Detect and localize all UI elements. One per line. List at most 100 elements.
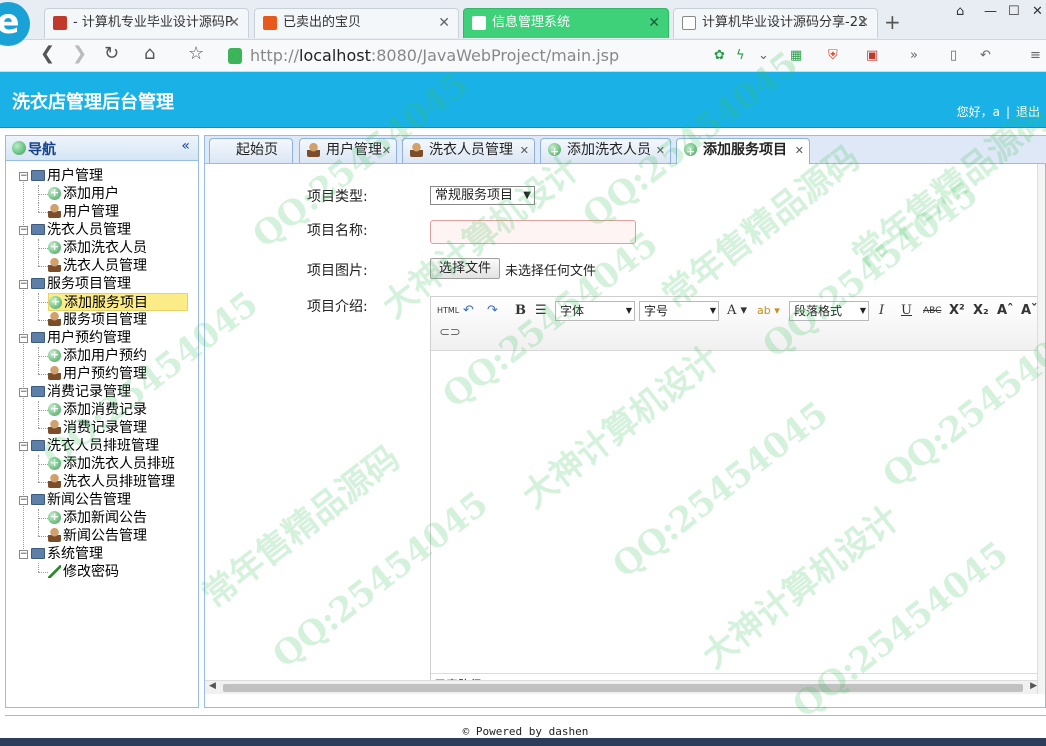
collapse-icon[interactable]: « [181, 138, 190, 154]
logout-link[interactable]: 退出 [1016, 105, 1040, 119]
superscript-button[interactable]: X² [949, 301, 965, 321]
shield-icon[interactable]: ⛨ [828, 48, 838, 63]
tree-toggle-icon[interactable]: − [19, 172, 28, 181]
back-icon[interactable]: ❮ [40, 43, 55, 64]
new-tab-button[interactable]: + [884, 8, 901, 36]
paragraph-format-select[interactable]: 段落格式 ▼ [789, 301, 869, 321]
menu-icon[interactable]: ≡ [1030, 48, 1041, 63]
font-family-select[interactable]: 字体 ▼ [555, 301, 635, 321]
nav-item[interactable]: 新闻公告管理 [48, 527, 147, 545]
underline-button[interactable]: U [901, 301, 912, 321]
increase-font-icon[interactable]: Aˆ [997, 301, 1014, 321]
minimize-icon[interactable]: — [984, 4, 997, 19]
nav-item[interactable]: 添加洗衣人员 [48, 238, 147, 257]
close-tab-icon[interactable]: ✕ [648, 9, 660, 37]
scroll-left-icon[interactable]: ◀ [209, 681, 216, 691]
horizontal-scrollbar[interactable]: ◀ ▶ [205, 680, 1041, 694]
tree-toggle-icon[interactable]: − [19, 334, 28, 343]
format-icon[interactable]: ☰ [535, 301, 547, 321]
nav-item[interactable]: 用户管理 [48, 203, 119, 221]
nav-group[interactable]: 洗衣人员排班管理 [31, 437, 159, 455]
html-source-button[interactable]: HTML [437, 301, 459, 321]
dropdown-icon[interactable]: ⌄ [758, 48, 769, 63]
skin-icon[interactable]: ⌂ [956, 4, 964, 19]
more-extensions-icon[interactable]: » [910, 48, 918, 63]
nav-item[interactable]: 添加消费记录 [48, 400, 147, 419]
nav-item[interactable]: 添加用户 [48, 184, 119, 203]
nav-item[interactable]: 消费记录管理 [48, 419, 147, 437]
home-icon[interactable]: ⌂ [144, 43, 155, 64]
bold-button[interactable]: B [515, 301, 526, 321]
nav-item[interactable]: 用户预约管理 [48, 365, 147, 383]
choose-file-button[interactable]: 选择文件 [430, 258, 500, 279]
nav-item[interactable]: 添加新闻公告 [48, 508, 147, 527]
highlight-icon[interactable]: ab ▾ [757, 301, 780, 321]
tree-toggle-icon[interactable]: − [19, 550, 28, 559]
tree-toggle-icon[interactable]: − [19, 280, 28, 289]
forward-icon[interactable]: ❯ [72, 43, 87, 64]
flash-icon[interactable]: ϟ [736, 48, 745, 63]
nav-tree: −用户管理添加用户用户管理−洗衣人员管理添加洗衣人员洗衣人员管理−服务项目管理添… [6, 161, 198, 580]
italic-button[interactable]: I [879, 301, 884, 321]
tree-toggle-icon[interactable]: − [19, 496, 28, 505]
nav-item[interactable]: 修改密码 [48, 563, 119, 581]
image-label: 项目图片: [307, 263, 368, 279]
vertical-scrollbar[interactable] [1037, 164, 1045, 694]
content-tab[interactable]: 起始页 [209, 138, 293, 163]
type-select[interactable]: 常规服务项目 ▼ [430, 186, 535, 205]
tree-toggle-icon[interactable]: − [19, 226, 28, 235]
apps-icon[interactable]: ▦ [790, 48, 802, 63]
subscript-button[interactable]: X₂ [973, 301, 989, 321]
font-size-select[interactable]: 字号 ▼ [639, 301, 719, 321]
nav-group[interactable]: 服务项目管理 [31, 275, 131, 293]
bookmark-star-icon[interactable]: ☆ [188, 43, 204, 64]
nav-group[interactable]: 系统管理 [31, 545, 103, 563]
nav-item[interactable]: 添加用户预约 [48, 346, 147, 365]
type-label: 项目类型: [307, 189, 368, 205]
tablet-icon[interactable]: ▯ [950, 48, 957, 63]
browser-tab-2[interactable]: 已卖出的宝贝 ✕ [254, 8, 459, 38]
scroll-right-icon[interactable]: ▶ [1030, 681, 1037, 691]
close-tab-icon[interactable]: ✕ [520, 139, 529, 162]
link-icon[interactable]: ⊂⊃ [439, 323, 461, 343]
browser-tab-3[interactable]: 信息管理系统 ✕ [463, 8, 669, 38]
maximize-icon[interactable]: ☐ [1008, 4, 1020, 19]
nav-item[interactable]: 洗衣人员排班管理 [48, 473, 175, 491]
tree-toggle-icon[interactable]: − [19, 388, 28, 397]
nav-item[interactable]: 洗衣人员管理 [48, 257, 147, 275]
close-tab-icon[interactable]: ✕ [857, 9, 869, 37]
redo-icon[interactable]: ↷ [487, 301, 498, 321]
browser-tab-4[interactable]: 计算机毕业设计源码分享-22 ✕ [673, 8, 878, 38]
close-tab-icon[interactable]: ✕ [228, 9, 240, 37]
close-window-icon[interactable]: ✕ [1032, 4, 1043, 19]
content-tab[interactable]: 添加洗衣人员 ✕ [540, 138, 671, 163]
reload-icon[interactable]: ↻ [104, 43, 119, 64]
nav-group[interactable]: 用户预约管理 [31, 329, 131, 347]
close-tab-icon[interactable]: ✕ [438, 9, 450, 37]
nav-group[interactable]: 洗衣人员管理 [31, 221, 131, 239]
content-tab[interactable]: 添加服务项目 ✕ [676, 138, 810, 164]
browser-tab-1[interactable]: - 计算机专业毕业设计源码P ✕ [44, 8, 249, 38]
font-color-button[interactable]: A ▾ [727, 301, 747, 321]
content-tab[interactable]: 洗衣人员管理 ✕ [402, 138, 535, 163]
nav-item[interactable]: 添加洗衣人员排班 [48, 454, 175, 473]
name-input[interactable] [430, 220, 636, 244]
nav-item[interactable]: 服务项目管理 [48, 311, 147, 329]
nav-item[interactable]: 添加服务项目 [48, 293, 188, 311]
nav-group[interactable]: 用户管理 [31, 167, 103, 185]
nav-group[interactable]: 新闻公告管理 [31, 491, 131, 509]
content-tab[interactable]: 用户管理 ✕ [299, 138, 397, 163]
undo-icon[interactable]: ↶ [463, 301, 474, 321]
translate-icon[interactable]: ▣ [866, 48, 878, 63]
close-tab-icon[interactable]: ✕ [656, 139, 665, 162]
undo-icon[interactable]: ↶ [980, 48, 991, 63]
scroll-thumb[interactable] [223, 684, 1023, 692]
tree-toggle-icon[interactable]: − [19, 442, 28, 451]
close-tab-icon[interactable]: ✕ [382, 139, 391, 162]
nav-group[interactable]: 消费记录管理 [31, 383, 131, 401]
close-tab-icon[interactable]: ✕ [795, 139, 804, 162]
strikethrough-button[interactable]: ABC [923, 301, 941, 321]
extension-icon[interactable]: ✿ [714, 48, 725, 63]
decrease-font-icon[interactable]: Aˇ [1021, 301, 1038, 321]
url-field[interactable]: http://localhost:8080/JavaWebProject/mai… [222, 44, 702, 68]
